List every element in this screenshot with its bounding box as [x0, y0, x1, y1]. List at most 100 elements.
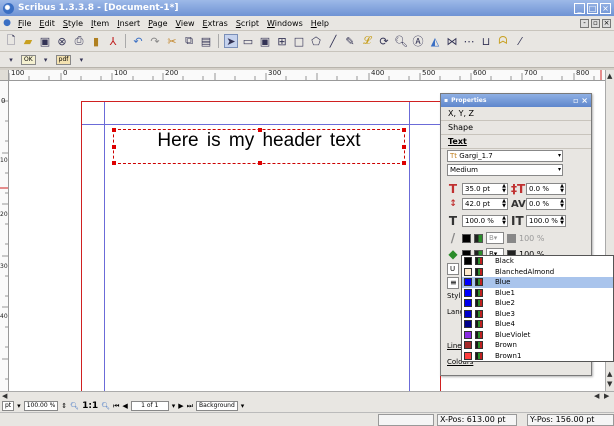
new-document-icon[interactable]: 🗋	[4, 34, 18, 48]
paste-icon[interactable]: ▤	[199, 34, 213, 48]
close-document-icon[interactable]: ⊗	[55, 34, 69, 48]
text-frame-icon[interactable]: ▭	[241, 34, 255, 48]
chevron-down-icon[interactable]: ▾	[172, 402, 176, 410]
undo-icon[interactable]: ↶	[131, 34, 145, 48]
menu-extras[interactable]: Extras	[199, 19, 232, 28]
select-tool-icon[interactable]: ➤	[224, 34, 238, 48]
header-text-frame[interactable]: Here is my header text	[112, 128, 406, 165]
section-text[interactable]: Text	[441, 135, 591, 149]
resize-handle[interactable]	[258, 161, 262, 165]
chevron-down-icon[interactable]: ▾	[17, 402, 21, 410]
color-list-item[interactable]: Brown1	[462, 351, 613, 362]
pdf-export-icon[interactable]: ⅄	[106, 34, 120, 48]
menu-style[interactable]: Style	[59, 19, 87, 28]
unlink-frames-icon[interactable]: ⋯	[462, 34, 476, 48]
edit-text-icon[interactable]: Ⓐ	[411, 34, 425, 48]
chevron-down-icon[interactable]: ▾	[39, 53, 53, 67]
bezier-icon[interactable]: ✎	[343, 34, 357, 48]
color-list-item[interactable]: Blue3	[462, 309, 613, 320]
section-xyz[interactable]: X, Y, Z	[441, 107, 591, 121]
menu-script[interactable]: Script	[232, 19, 263, 28]
save-icon[interactable]: ▣	[38, 34, 52, 48]
scroll-right-icon[interactable]: ▶	[604, 392, 609, 400]
line-section[interactable]: Line	[447, 342, 462, 350]
first-page-icon[interactable]: ⏮	[113, 402, 119, 411]
print-icon[interactable]: ⎙	[72, 34, 86, 48]
color-list-item[interactable]: BlanchedAlmond	[462, 267, 613, 278]
color-list-item[interactable]: Blue1	[462, 288, 613, 299]
menu-item[interactable]: Item	[87, 19, 113, 28]
menu-help[interactable]: Help	[307, 19, 333, 28]
color-list-item[interactable]: Brown	[462, 340, 613, 351]
story-editor-icon[interactable]: ◭	[428, 34, 442, 48]
scroll-down-icon[interactable]: ▼	[607, 380, 612, 388]
height-scale-spinner[interactable]: 100.0 % ▲ ▼	[526, 215, 566, 227]
open-folder-icon[interactable]: ▰	[21, 34, 35, 48]
minimize-button[interactable]: _	[574, 2, 585, 14]
chevron-down-icon[interactable]: ▾	[74, 53, 88, 67]
color-list-item[interactable]: Black	[462, 256, 613, 267]
shape-icon[interactable]: □	[292, 34, 306, 48]
underline-button[interactable]: U	[447, 263, 459, 275]
menu-insert[interactable]: Insert	[113, 19, 144, 28]
menu-view[interactable]: View	[172, 19, 199, 28]
width-scale-spinner[interactable]: 100.0 % ▲ ▼	[462, 215, 508, 227]
redo-icon[interactable]: ↷	[148, 34, 162, 48]
color-list-item[interactable]: Blue2	[462, 298, 613, 309]
pdf-field-icon[interactable]: pdf	[55, 54, 72, 65]
scroll-left-icon[interactable]: ◀	[594, 392, 599, 400]
preflight-icon[interactable]: ▮	[89, 34, 103, 48]
doc-minimize-button[interactable]: -	[580, 18, 589, 28]
chevron-down-icon[interactable]: ▾	[241, 402, 245, 410]
zoom-field[interactable]: 100.00 %	[23, 401, 59, 411]
doc-close-button[interactable]: ×	[602, 18, 611, 28]
zoom-in-icon[interactable]: 🔍︎	[101, 402, 110, 410]
scroll-left-icon[interactable]: ◀	[2, 392, 7, 400]
horizontal-ruler[interactable]: 100 0 100 200 300 400 500 600 700 800	[9, 70, 605, 81]
menu-page[interactable]: Page	[144, 19, 171, 28]
close-button[interactable]: ×	[600, 2, 611, 14]
unit-select[interactable]: pt	[2, 401, 15, 411]
page-select[interactable]: 1 of 1	[130, 401, 169, 411]
vertical-ruler[interactable]: 0 100 200 300 400	[0, 81, 9, 391]
color-list-item[interactable]: BlueViolet	[462, 330, 613, 341]
rotate-icon[interactable]: ⟳	[377, 34, 391, 48]
link-frames-icon[interactable]: ⋈	[445, 34, 459, 48]
font-size-spinner[interactable]: 35.0 pt ▲ ▼	[462, 183, 508, 195]
stroke-shade-select[interactable]: B▾	[486, 232, 504, 244]
font-select[interactable]: Tt Gargi_1.7 ▾	[447, 150, 563, 162]
zoom-icon[interactable]: 🔍︎	[394, 34, 408, 48]
align-left-button[interactable]: ≡	[447, 277, 459, 289]
next-page-icon[interactable]: ▶	[178, 402, 183, 410]
scroll-up-icon[interactable]: ▲	[607, 72, 612, 80]
line-icon[interactable]: ╱	[326, 34, 340, 48]
line-spacing-spinner[interactable]: 42.0 pt ▲ ▼	[462, 198, 508, 210]
scale-spinner[interactable]: 0.0 % ▲ ▼	[526, 183, 566, 195]
section-shape[interactable]: Shape	[441, 121, 591, 135]
image-frame-icon[interactable]: ▣	[258, 34, 272, 48]
copy-properties-icon[interactable]: ᗣ	[496, 34, 510, 48]
scroll-up-icon[interactable]: ▲	[607, 370, 612, 378]
polygon-icon[interactable]: ⬠	[309, 34, 323, 48]
resize-handle[interactable]	[112, 161, 116, 165]
zoom-out-icon[interactable]: 🔍︎	[70, 402, 79, 410]
eyedropper-icon[interactable]: ⁄	[513, 34, 527, 48]
font-style-select[interactable]: Medium ▾	[447, 164, 563, 176]
stroke-swatch[interactable]	[462, 233, 471, 243]
close-icon[interactable]: ▫ ×	[573, 96, 588, 105]
horizontal-scrollbar[interactable]: ◀ ◀ ▶	[0, 391, 614, 400]
cut-icon[interactable]: ✂	[165, 34, 179, 48]
freehand-icon[interactable]: 𝓛	[360, 34, 374, 48]
doc-restore-button[interactable]: ▫	[591, 18, 600, 28]
ok-button[interactable]: OK	[21, 54, 36, 65]
color-dropdown-list[interactable]: Black BlanchedAlmond Blue Blue1 Blue2 Blue3 Bl…	[461, 255, 614, 362]
menu-windows[interactable]: Windows	[263, 19, 307, 28]
chevron-down-icon[interactable]: ▾	[4, 53, 18, 67]
color-list-item[interactable]: Blue	[462, 277, 613, 288]
color-list-item[interactable]: Blue4	[462, 319, 613, 330]
properties-title-bar[interactable]: ▪ Properties ▫ ×	[441, 94, 591, 107]
resize-handle[interactable]	[402, 161, 406, 165]
menu-file[interactable]: File	[14, 19, 35, 28]
zoom-ratio[interactable]: 1:1	[82, 401, 98, 411]
tracking-spinner[interactable]: 0.0 % ▲ ▼	[526, 198, 566, 210]
